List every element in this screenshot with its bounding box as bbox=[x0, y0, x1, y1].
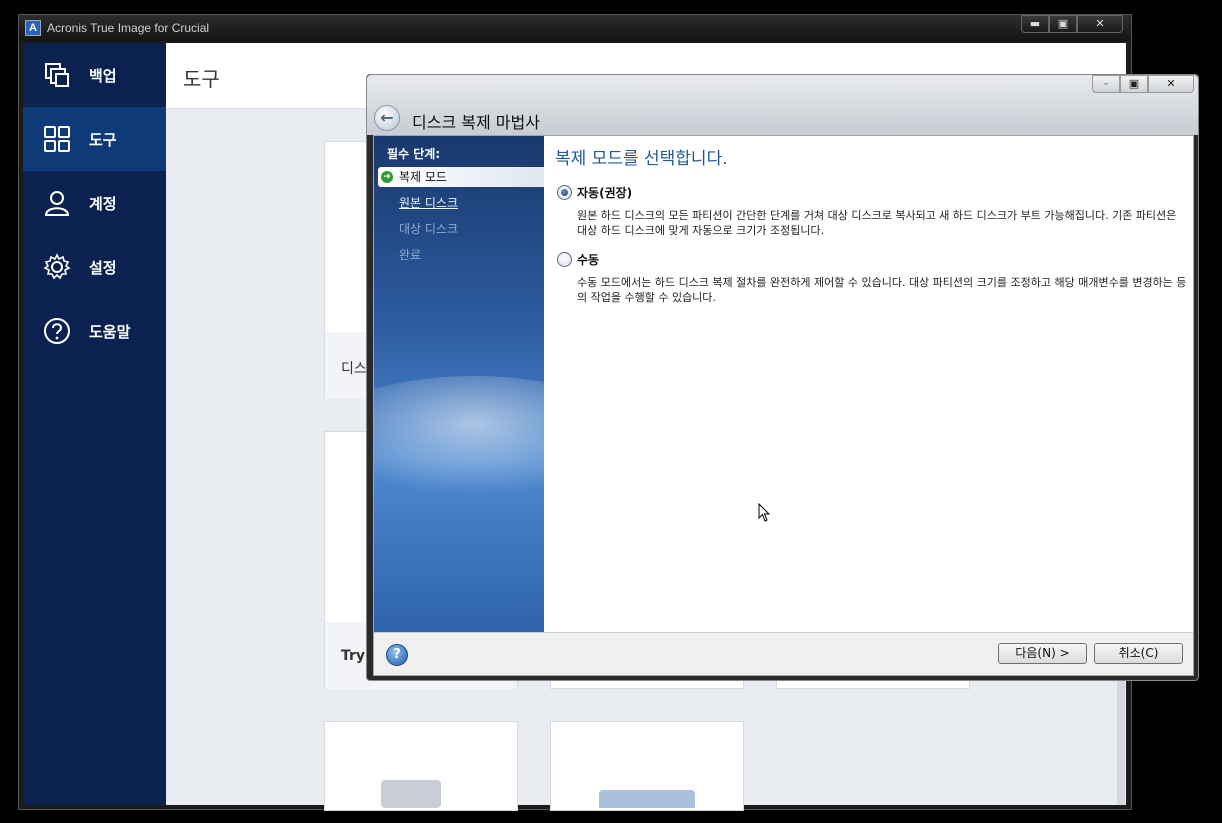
step-clone-mode[interactable]: ➜ 복제 모드 bbox=[378, 167, 544, 187]
maximize-button[interactable]: ▣ bbox=[1049, 15, 1077, 33]
page-title: 도구 bbox=[183, 67, 220, 91]
wizard-titlebar[interactable]: – ▣ ✕ ← 디스크 복제 마법사 bbox=[367, 75, 1198, 135]
sidebar-item-backup[interactable]: 백업 bbox=[23, 43, 166, 107]
step-label: 복제 모드 bbox=[399, 170, 447, 184]
step-source-disk[interactable]: 원본 디스크 bbox=[378, 193, 544, 213]
sidebar-item-label: 설정 bbox=[89, 259, 117, 277]
help-icon bbox=[44, 318, 70, 344]
radio-label[interactable]: 자동(권장) bbox=[577, 184, 632, 201]
sidebar-item-label: 계정 bbox=[89, 195, 117, 213]
step-label: 대상 디스크 bbox=[399, 222, 459, 236]
step-finish: 완료 bbox=[378, 245, 544, 265]
acronis-logo-icon: A bbox=[25, 20, 41, 36]
wizard-body: 필수 단계: ➜ 복제 모드 원본 디스크 대상 디스크 완료 복제 모드를 선… bbox=[373, 135, 1194, 676]
current-step-arrow-icon: ➜ bbox=[381, 171, 393, 183]
minimize-button[interactable]: ▬ bbox=[1021, 15, 1049, 33]
mouse-cursor-icon bbox=[758, 503, 771, 522]
wizard-main-pane: 복제 모드를 선택합니다. 자동(권장) 원본 하드 디스크의 모든 파티션이 … bbox=[544, 136, 1193, 632]
sidebar-item-label: 도구 bbox=[89, 131, 117, 149]
wizard-minimize-button[interactable]: – bbox=[1092, 75, 1120, 93]
radio-button-automatic[interactable] bbox=[557, 185, 572, 200]
wizard-close-button[interactable]: ✕ bbox=[1148, 75, 1194, 93]
tile-caption: Try bbox=[341, 648, 366, 664]
backup-copy-icon bbox=[45, 63, 69, 87]
wizard-title: 디스크 복제 마법사 bbox=[412, 113, 540, 132]
sidebar-item-account[interactable]: 계정 bbox=[23, 171, 166, 235]
close-button[interactable]: ✕ bbox=[1077, 15, 1123, 33]
next-button[interactable]: 다음(N) > bbox=[998, 643, 1087, 664]
option-description: 원본 하드 디스크의 모든 파티션이 간단한 단계를 거쳐 대상 디스크로 복사… bbox=[577, 209, 1177, 237]
radio-button-manual[interactable] bbox=[557, 252, 572, 267]
steps-heading: 필수 단계: bbox=[387, 147, 441, 161]
cancel-button[interactable]: 취소(C) bbox=[1094, 643, 1183, 664]
back-arrow-icon[interactable]: ← bbox=[374, 105, 400, 131]
sidebar-item-label: 도움말 bbox=[89, 323, 131, 341]
main-titlebar[interactable]: A Acronis True Image for Crucial ▬ ▣ ✕ bbox=[19, 15, 1131, 41]
gear-icon bbox=[43, 253, 71, 280]
tool-tile[interactable] bbox=[550, 721, 744, 811]
step-label: 완료 bbox=[399, 248, 422, 262]
hard-drive-icon bbox=[381, 780, 441, 808]
tool-tile[interactable] bbox=[324, 721, 518, 811]
tools-grid-icon bbox=[44, 126, 70, 152]
disk-clone-wizard-dialog: – ▣ ✕ ← 디스크 복제 마법사 필수 단계: ➜ 복제 모드 원본 디스크… bbox=[366, 74, 1199, 681]
option-description: 수동 모드에서는 하드 디스크 복제 절차를 완전하게 제어할 수 있습니다. … bbox=[577, 276, 1187, 304]
step-label: 원본 디스크 bbox=[399, 196, 459, 210]
sidebar-item-settings[interactable]: 설정 bbox=[23, 235, 166, 299]
sidebar-item-label: 백업 bbox=[89, 67, 117, 85]
step-target-disk: 대상 디스크 bbox=[378, 219, 544, 239]
sidebar: 백업 도구 계정 설정 도움말 bbox=[23, 43, 166, 805]
radio-label[interactable]: 수동 bbox=[577, 251, 599, 268]
main-window-title: Acronis True Image for Crucial bbox=[47, 21, 210, 35]
briefcase-icon bbox=[599, 790, 695, 808]
wizard-steps-pane: 필수 단계: ➜ 복제 모드 원본 디스크 대상 디스크 완료 bbox=[374, 136, 544, 632]
tile-caption: 디스 bbox=[341, 361, 367, 377]
wizard-heading: 복제 모드를 선택합니다. bbox=[555, 149, 728, 169]
decorative-wave bbox=[374, 376, 544, 496]
wizard-maximize-button[interactable]: ▣ bbox=[1120, 75, 1148, 93]
help-button[interactable]: ? bbox=[386, 644, 408, 666]
user-icon bbox=[44, 191, 70, 216]
sidebar-item-help[interactable]: 도움말 bbox=[23, 299, 166, 363]
sidebar-item-tools[interactable]: 도구 bbox=[23, 107, 166, 171]
wizard-footer: ? 다음(N) > 취소(C) bbox=[374, 632, 1193, 675]
